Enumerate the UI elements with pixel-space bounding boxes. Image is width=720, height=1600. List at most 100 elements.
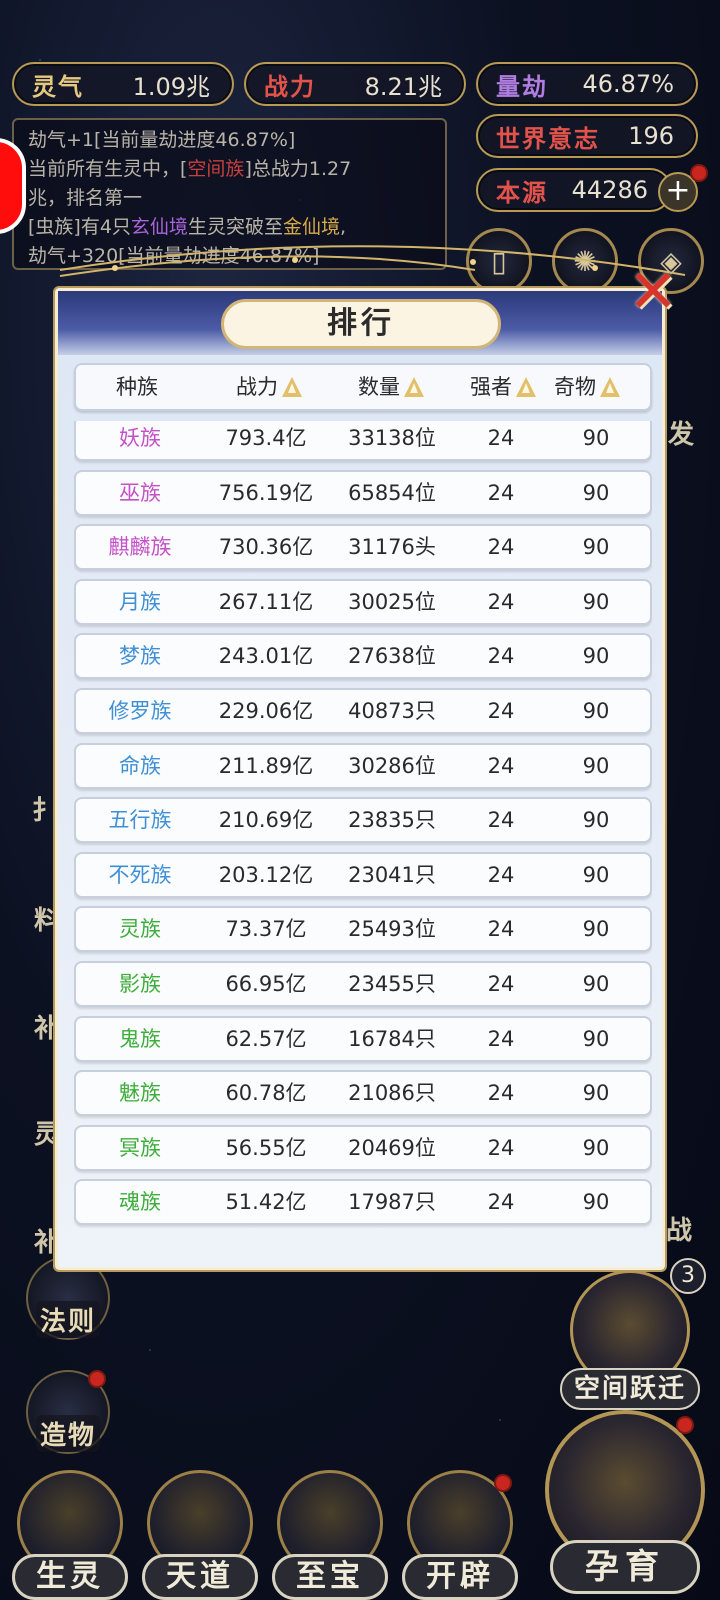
table-row[interactable]: 妖族 793.4亿 33138位 24 90 [74, 421, 652, 461]
cell-item: 90 [582, 644, 610, 669]
cell-race: 五行族 [108, 808, 172, 833]
zao-wu-label: 造物 [35, 1415, 100, 1452]
cell-item: 90 [582, 1135, 610, 1160]
cell-item: 90 [582, 535, 610, 560]
cell-race: 梦族 [119, 644, 161, 669]
cell-power: 51.42亿 [225, 1190, 307, 1215]
cell-count: 17987只 [348, 1190, 436, 1215]
stat-benyuan-value: 44286 [571, 176, 648, 204]
cell-power: 73.37亿 [225, 917, 307, 942]
cell-strong: 24 [487, 699, 515, 723]
table-row[interactable]: 巫族 756.19亿 65854位 24 90 [74, 469, 652, 516]
table-row[interactable]: 月族 267.11亿 30025位 24 90 [74, 578, 652, 625]
stat-lingqi-label: 灵气 [32, 72, 84, 101]
cell-strong: 24 [487, 1026, 515, 1051]
stat-lingqi-value: 1.09兆 [132, 72, 210, 101]
stat-zhanli-label: 战力 [264, 72, 316, 101]
right-edge-icon[interactable]: 战 [666, 1210, 692, 1247]
cell-item: 90 [582, 699, 610, 723]
table-row[interactable]: 魂族 51.42亿 17987只 24 90 [74, 1179, 652, 1226]
cell-race: 修罗族 [108, 699, 172, 723]
cell-item: 90 [582, 917, 610, 942]
table-row[interactable]: 梦族 243.01亿 27638位 24 90 [74, 633, 652, 680]
table-row[interactable]: 命族 211.89亿 30286位 24 90 [74, 742, 652, 789]
nav-label: 孕育 [550, 1540, 700, 1594]
space-jump-label: 空间跃迁 [560, 1368, 700, 1410]
space-jump-button[interactable]: 空间跃迁 3 [560, 1258, 706, 1410]
cell-item: 90 [582, 589, 610, 614]
cell-count: 65854位 [348, 480, 436, 505]
cell-power: 62.57亿 [225, 1026, 307, 1051]
cell-power: 793.4亿 [225, 426, 307, 450]
cell-count: 25493位 [348, 917, 436, 942]
cell-power: 267.11亿 [218, 589, 314, 614]
cell-item: 90 [582, 808, 610, 833]
cell-power: 756.19亿 [218, 480, 314, 505]
cell-race: 冥族 [119, 1135, 161, 1160]
nav-label: 天道 [142, 1554, 258, 1600]
right-edge-icon[interactable]: 发 [668, 414, 694, 451]
cell-strong: 24 [487, 753, 515, 778]
ranking-panel: 排行 种族 战力 数量 强者 奇物 妖族 793.4亿 33138位 24 90 巫族 75… [55, 288, 665, 1270]
sort-by-power[interactable]: 战力 [236, 365, 302, 409]
cell-strong: 24 [487, 426, 515, 450]
fa-ze-label: 法则 [35, 1301, 100, 1338]
cell-strong: 24 [487, 808, 515, 833]
table-row[interactable]: 麒麟族 730.36亿 31176头 24 90 [74, 524, 652, 571]
sort-arrow-icon [516, 377, 536, 397]
nav-yun-yu[interactable]: 孕育 [540, 1410, 710, 1600]
event-log: 劫气+1[当前量劫进度46.87%] 当前所有生灵中，[空间族]总战力1.27 … [12, 118, 447, 270]
stat-liangjie-value: 46.87% [582, 70, 674, 98]
table-row[interactable]: 魅族 60.78亿 21086只 24 90 [74, 1070, 652, 1117]
cell-count: 16784只 [348, 1026, 436, 1051]
notification-dot [88, 1370, 106, 1388]
cell-count: 40873只 [348, 699, 436, 723]
stat-benyuan-label: 本源 [496, 178, 548, 207]
table-row[interactable]: 不死族 203.12亿 23041只 24 90 [74, 851, 652, 898]
stat-lingqi: 灵气 1.09兆 [12, 62, 234, 106]
cell-item: 90 [582, 426, 610, 450]
nav-zhi-bao[interactable]: 至宝 [270, 1470, 390, 1600]
cell-race: 命族 [119, 753, 161, 778]
table-row[interactable]: 冥族 56.55亿 20469位 24 90 [74, 1124, 652, 1171]
cell-strong: 24 [487, 589, 515, 614]
cell-count: 23835只 [348, 808, 436, 833]
stat-benyuan: 本源 44286 [476, 168, 672, 212]
ranking-column-header: 种族 战力 数量 强者 奇物 [74, 363, 652, 411]
cell-item: 90 [582, 972, 610, 996]
cell-count: 23455只 [348, 972, 436, 996]
cell-power: 203.12亿 [218, 862, 314, 887]
swirl-icon[interactable]: ✺ [552, 228, 618, 294]
cell-count: 20469位 [348, 1135, 436, 1160]
stat-world-will-label: 世界意志 [496, 124, 600, 153]
sort-by-item[interactable]: 奇物 [554, 365, 620, 409]
sort-arrow-icon [282, 377, 302, 397]
table-row[interactable]: 灵族 73.37亿 25493位 24 90 [74, 906, 652, 953]
cell-race: 巫族 [119, 480, 161, 505]
notification-dot [494, 1474, 512, 1492]
cell-count: 33138位 [348, 426, 436, 450]
table-row[interactable]: 鬼族 62.57亿 16784只 24 90 [74, 1015, 652, 1062]
sort-arrow-icon [404, 377, 424, 397]
table-row[interactable]: 影族 66.95亿 23455只 24 90 [74, 961, 652, 1007]
notification-dot [690, 164, 708, 182]
cell-item: 90 [582, 480, 610, 505]
log-line: [虫族]有4只玄仙境生灵突破至金仙境, [28, 216, 347, 238]
close-button[interactable]: ✕ [622, 262, 684, 324]
sort-by-count[interactable]: 数量 [358, 365, 424, 409]
cell-power: 229.06亿 [218, 699, 314, 723]
cell-item: 90 [582, 862, 610, 887]
nav-tian-dao[interactable]: 天道 [140, 1470, 260, 1600]
log-line: 劫气+1[当前量劫进度46.87%] [28, 129, 296, 151]
scroll-icon[interactable]: ▯ [466, 228, 532, 294]
table-row[interactable]: 修罗族 229.06亿 40873只 24 90 [74, 688, 652, 734]
cell-race: 不死族 [108, 862, 172, 887]
header-race: 种族 [116, 375, 158, 399]
cell-strong: 24 [487, 644, 515, 669]
sort-by-strong[interactable]: 强者 [470, 365, 536, 409]
ranking-list[interactable]: 妖族 793.4亿 33138位 24 90 巫族 756.19亿 65854位 24 90 麒麟族… [74, 421, 652, 1255]
table-row[interactable]: 五行族 210.69亿 23835只 24 90 [74, 797, 652, 844]
nav-sheng-ling[interactable]: 生灵 [10, 1470, 130, 1600]
stat-world-will-value: 196 [628, 122, 674, 150]
stat-liangjie-label: 量劫 [496, 72, 548, 101]
